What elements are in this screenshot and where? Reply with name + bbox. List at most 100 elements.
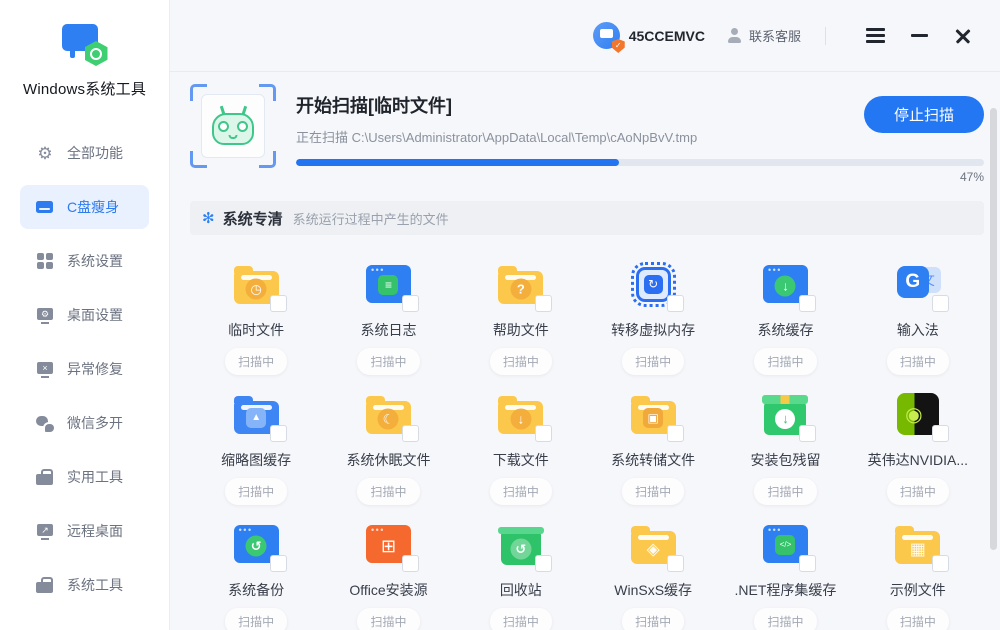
sidebar-item-monitor-gear[interactable]: ⚙桌面设置 (20, 293, 149, 337)
folder-thumb-icon: ▲ (229, 389, 283, 439)
file-category-card[interactable]: ↺回收站扫描中 (455, 505, 587, 630)
category-status-badge: 扫描中 (357, 608, 419, 630)
sidebar-item-disk[interactable]: C盘瘦身 (20, 185, 149, 229)
category-label: 缩略图缓存 (221, 450, 291, 470)
category-label: 系统日志 (360, 320, 416, 340)
remote-desktop-icon: ↗ (36, 523, 54, 540)
sidebar-item-briefcase[interactable]: 系统工具 (20, 563, 149, 607)
file-category-card[interactable]: ▣ 系统转储文件扫描中 (587, 375, 719, 505)
window-backup-icon: •••↺ (229, 519, 283, 569)
wechat-icon (36, 415, 54, 432)
category-checkbox[interactable] (667, 295, 684, 312)
file-category-card[interactable]: •••↺系统备份扫描中 (190, 505, 322, 630)
scan-panel: 开始扫描[临时文件] 正在扫描 C:\Users\Administrator\A… (190, 82, 984, 184)
section-header: ✻ 系统专清 系统运行过程中产生的文件 (190, 201, 984, 235)
category-status-badge: 扫描中 (887, 478, 949, 505)
category-checkbox[interactable] (535, 425, 552, 442)
robot-card (201, 94, 265, 158)
file-category-card[interactable]: ?帮助文件扫描中 (455, 245, 587, 375)
spinner-icon: ✻ (202, 211, 215, 226)
window-code-icon: •••</> (758, 519, 812, 569)
category-status-badge: 扫描中 (754, 348, 816, 375)
account-name: 45CCEMVC (629, 28, 705, 44)
sidebar-item-toolbox[interactable]: 实用工具 (20, 455, 149, 499)
monitor-repair-icon: × (36, 361, 54, 378)
category-status-badge: 扫描中 (754, 608, 816, 630)
file-category-card[interactable]: ↻转移虚拟内存扫描中 (587, 245, 719, 375)
file-category-card[interactable]: ▲缩略图缓存扫描中 (190, 375, 322, 505)
category-status-badge: 扫描中 (622, 608, 684, 630)
file-category-card[interactable]: •••≡系统日志扫描中 (322, 245, 454, 375)
app-window: Windows系统工具 ⚙全部功能C盘瘦身系统设置⚙桌面设置×异常修复微信多开实… (0, 0, 1000, 630)
window-log-icon: •••≡ (361, 259, 415, 309)
category-checkbox[interactable] (270, 425, 287, 442)
stop-scan-button[interactable]: 停止扫描 (864, 96, 984, 133)
nvidia-icon: ◉ (891, 389, 945, 439)
file-category-card[interactable]: 文G输入法扫描中 (852, 245, 984, 375)
category-checkbox[interactable] (402, 425, 419, 442)
sidebar-item-grid[interactable]: 系统设置 (20, 239, 149, 283)
file-category-card[interactable]: ◈WinSxS缓存扫描中 (587, 505, 719, 630)
category-label: 帮助文件 (493, 320, 549, 340)
scan-info: 开始扫描[临时文件] 正在扫描 C:\Users\Administrator\A… (296, 82, 984, 184)
category-checkbox[interactable] (799, 295, 816, 312)
category-checkbox[interactable] (799, 425, 816, 442)
recycle-bin-icon: ↺ (494, 519, 548, 569)
folder-dump-icon: ▣ (626, 389, 680, 439)
category-checkbox[interactable] (402, 555, 419, 572)
category-label: 系统转储文件 (611, 450, 695, 470)
file-category-card[interactable]: •••</>.NET程序集缓存扫描中 (719, 505, 851, 630)
file-category-card[interactable]: ◷临时文件扫描中 (190, 245, 322, 375)
menu-button[interactable] (860, 21, 890, 51)
account-button[interactable]: ✓ 45CCEMVC (593, 22, 705, 49)
category-checkbox[interactable] (270, 555, 287, 572)
person-icon (727, 28, 742, 43)
app-logo-icon (60, 24, 110, 66)
folder-sample-icon: ▦ (891, 519, 945, 569)
category-checkbox[interactable] (270, 295, 287, 312)
file-category-card[interactable]: ↓安装包残留扫描中 (719, 375, 851, 505)
category-status-badge: 扫描中 (490, 608, 552, 630)
category-checkbox[interactable] (402, 295, 419, 312)
file-category-card[interactable]: •••↓系统缓存扫描中 (719, 245, 851, 375)
sidebar-item-label: 全部功能 (67, 143, 123, 163)
main-area: ✓ 45CCEMVC 联系客服 (170, 0, 1000, 630)
sidebar-item-label: 微信多开 (67, 413, 123, 433)
category-checkbox[interactable] (667, 425, 684, 442)
category-label: 系统备份 (228, 580, 284, 600)
sidebar-item-remote-desktop[interactable]: ↗远程桌面 (20, 509, 149, 553)
file-category-card[interactable]: ▦ 示例文件扫描中 (852, 505, 984, 630)
folder-sleep-icon: ☾ (361, 389, 415, 439)
folder-help-icon: ? (494, 259, 548, 309)
hamburger-icon (866, 28, 885, 31)
sidebar-item-monitor-repair[interactable]: ×异常修复 (20, 347, 149, 391)
contact-support-button[interactable]: 联系客服 (727, 26, 801, 45)
file-category-card[interactable]: ↓下载文件扫描中 (455, 375, 587, 505)
category-label: 示例文件 (890, 580, 946, 600)
contact-support-label: 联系客服 (749, 26, 801, 45)
category-checkbox[interactable] (535, 295, 552, 312)
scan-status-path: 正在扫描 C:\Users\Administrator\AppData\Loca… (296, 127, 697, 146)
robot-face-icon (212, 113, 254, 145)
category-status-badge: 扫描中 (622, 478, 684, 505)
scrollbar-thumb[interactable] (990, 108, 997, 550)
category-checkbox[interactable] (932, 425, 949, 442)
sidebar: Windows系统工具 ⚙全部功能C盘瘦身系统设置⚙桌面设置×异常修复微信多开实… (0, 0, 170, 630)
category-checkbox[interactable] (932, 295, 949, 312)
file-category-card[interactable]: ◉英伟达NVIDIA...扫描中 (852, 375, 984, 505)
minimize-button[interactable] (904, 21, 934, 51)
scan-title: 开始扫描[临时文件] (296, 92, 697, 118)
sidebar-item-gear[interactable]: ⚙全部功能 (20, 131, 149, 175)
category-checkbox[interactable] (932, 555, 949, 572)
category-checkbox[interactable] (535, 555, 552, 572)
sidebar-item-wechat[interactable]: 微信多开 (20, 401, 149, 445)
sidebar-item-label: 系统设置 (67, 251, 123, 271)
close-button[interactable] (948, 21, 978, 51)
category-status-badge: 扫描中 (887, 608, 949, 630)
window-download-icon: •••↓ (758, 259, 812, 309)
category-checkbox[interactable] (667, 555, 684, 572)
category-checkbox[interactable] (799, 555, 816, 572)
category-status-badge: 扫描中 (490, 478, 552, 505)
file-category-card[interactable]: •••⊞Office安装源扫描中 (322, 505, 454, 630)
file-category-card[interactable]: ☾系统休眠文件扫描中 (322, 375, 454, 505)
